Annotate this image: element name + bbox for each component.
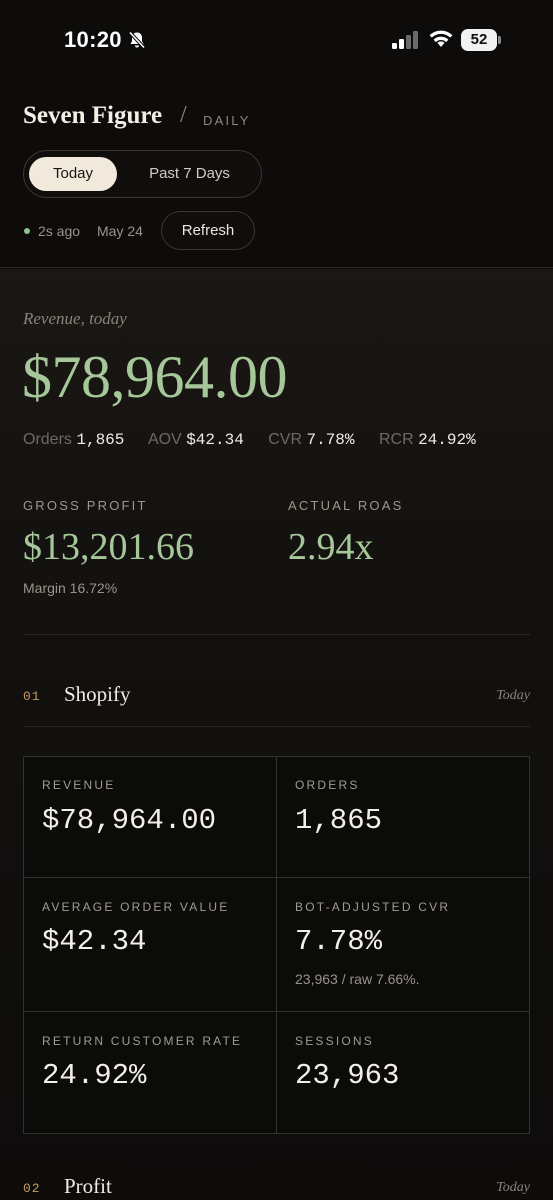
refresh-button[interactable]: Refresh [161, 211, 255, 250]
last-updated-text: 2s ago [38, 223, 81, 239]
battery-level: 52 [470, 31, 488, 48]
section-title-profit: Profit [64, 1174, 112, 1198]
metric-subtext: 23,963 / raw 7.66%. [295, 971, 420, 987]
gross-profit-value: $13,201.66 [23, 526, 194, 568]
current-date: May 24 [97, 223, 143, 239]
stat-aov-value: $42.34 [186, 431, 244, 449]
section-period-shopify: Today [496, 688, 530, 703]
stat-cvr-value: 7.78% [306, 431, 355, 449]
metric-value: $42.34 [42, 925, 147, 958]
metric-card-aov: AVERAGE ORDER VALUE $42.34 [24, 878, 277, 1012]
section-divider [23, 634, 530, 635]
section-number-profit: 02 [23, 1181, 41, 1196]
metric-value: 7.78% [295, 925, 383, 958]
shopify-metrics-grid: REVENUE $78,964.00 ORDERS 1,865 AVERAGE … [23, 756, 530, 1134]
metric-label: BOT-ADJUSTED CVR [295, 900, 451, 914]
wifi-icon [429, 30, 453, 47]
stat-orders-label: Orders [23, 431, 72, 448]
tab-past-7-days[interactable]: Past 7 Days [132, 157, 247, 191]
bell-slash-icon [128, 31, 146, 49]
gross-profit-label: GROSS PROFIT [23, 498, 148, 513]
metric-label: ORDERS [295, 778, 360, 792]
roas-label: ACTUAL ROAS [288, 498, 404, 513]
section-period-profit: Today [496, 1180, 530, 1195]
stat-rcr-label: RCR [378, 431, 414, 448]
metric-card-orders: ORDERS 1,865 [277, 757, 529, 878]
section-divider [23, 726, 530, 727]
metric-value: 1,865 [295, 804, 383, 837]
brand-title: Seven Figure [23, 102, 163, 129]
metric-label: SESSIONS [295, 1034, 374, 1048]
cellular-signal-icon [392, 31, 418, 49]
metric-label: AVERAGE ORDER VALUE [42, 900, 230, 914]
dashboard-content: Revenue, today $78,964.00 Orders 1,865 A… [0, 269, 553, 1200]
metric-value: 23,963 [295, 1059, 400, 1092]
brand-separator: / [180, 102, 187, 128]
status-time: 10:20 [64, 27, 122, 52]
metric-card-bot-adjusted-cvr: BOT-ADJUSTED CVR 7.78% 23,963 / raw 7.66… [277, 878, 529, 1012]
roas-value: 2.94x [288, 526, 374, 568]
stat-rcr-value: 24.92% [418, 431, 476, 449]
revenue-label: Revenue, today [23, 309, 127, 328]
metric-card-sessions: SESSIONS 23,963 [277, 1012, 529, 1133]
status-bar: 10:20 52 [0, 0, 553, 82]
summary-stats-row: Orders 1,865 AOV $42.34 CVR 7.78% RCR 24… [23, 431, 476, 449]
brand-subtitle: DAILY [203, 113, 251, 128]
metric-label: REVENUE [42, 778, 116, 792]
margin-text: Margin 16.72% [23, 580, 118, 596]
stat-aov-label: AOV [147, 431, 182, 448]
tab-today[interactable]: Today [29, 157, 117, 191]
stat-orders-value: 1,865 [76, 431, 125, 449]
app-header: Seven Figure / DAILY Today Past 7 Days 2… [0, 82, 553, 268]
revenue-value: $78,964.00 [22, 344, 288, 410]
metric-card-return-customer-rate: RETURN CUSTOMER RATE 24.92% [24, 1012, 277, 1133]
section-number-shopify: 01 [23, 689, 41, 704]
date-range-toggle: Today Past 7 Days [23, 150, 262, 198]
battery-icon: 52 [461, 29, 501, 51]
metric-card-revenue: REVENUE $78,964.00 [24, 757, 277, 878]
metric-value: $78,964.00 [42, 804, 217, 837]
section-title-shopify: Shopify [64, 682, 131, 706]
stat-cvr-label: CVR [268, 431, 303, 448]
metric-label: RETURN CUSTOMER RATE [42, 1034, 243, 1048]
live-status-dot [24, 228, 30, 234]
metric-value: 24.92% [42, 1059, 147, 1092]
